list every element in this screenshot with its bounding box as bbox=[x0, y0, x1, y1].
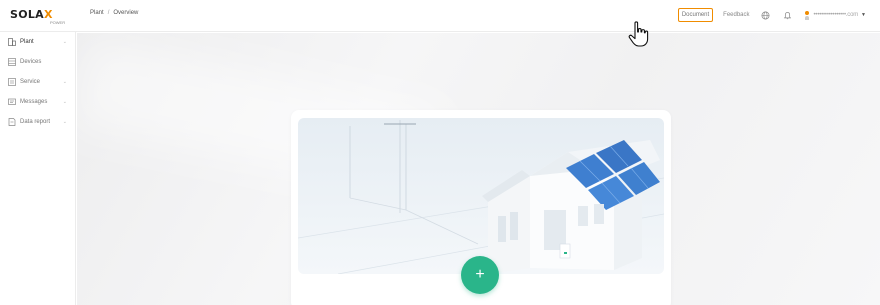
service-icon bbox=[8, 78, 16, 86]
sidebar-item-messages[interactable]: Messages ⌄ bbox=[0, 92, 75, 112]
sidebar-item-label: Messages bbox=[20, 99, 48, 105]
bell-icon-svg bbox=[783, 11, 792, 19]
sidebar-item-label: Devices bbox=[20, 59, 42, 65]
breadcrumb-plant[interactable]: Plant bbox=[90, 10, 104, 16]
bell-icon[interactable] bbox=[782, 9, 794, 21]
plant-icon bbox=[8, 38, 16, 46]
chevron-down-icon: ▼ bbox=[861, 12, 866, 18]
logo-subtitle: POWER bbox=[50, 20, 66, 25]
devices-icon bbox=[8, 58, 16, 66]
main-content: + bbox=[77, 33, 880, 305]
sidebar-item-plant[interactable]: Plant ⌄ bbox=[0, 32, 75, 52]
document-button[interactable]: Document bbox=[677, 8, 714, 22]
logo-main: SOLA bbox=[10, 8, 44, 21]
solar-house-illustration-svg bbox=[298, 120, 664, 274]
solar-house-illustration bbox=[298, 118, 664, 274]
data-report-icon bbox=[8, 118, 16, 126]
user-menu[interactable]: •••••••••••••••••.com ▼ bbox=[804, 10, 866, 20]
messages-icon bbox=[8, 98, 16, 106]
breadcrumb-overview: Overview bbox=[113, 10, 139, 16]
chevron-down-icon: ⌄ bbox=[62, 39, 67, 45]
sidebar-item-service[interactable]: Service ⌄ bbox=[0, 72, 75, 92]
chevron-down-icon: ⌄ bbox=[62, 79, 67, 85]
sidebar-item-devices[interactable]: Devices bbox=[0, 52, 75, 72]
sidebar-item-data-report[interactable]: Data report ⌄ bbox=[0, 112, 75, 132]
user-name: •••••••••••••••••.com bbox=[813, 12, 859, 18]
chevron-down-icon: ⌄ bbox=[62, 99, 67, 105]
globe-icon-svg bbox=[761, 11, 770, 19]
logo-text: SOLAX bbox=[10, 9, 53, 20]
breadcrumb: Plant / Overview bbox=[90, 10, 138, 16]
user-avatar-icon bbox=[804, 10, 811, 20]
chevron-down-icon: ⌄ bbox=[62, 119, 67, 125]
globe-icon[interactable] bbox=[760, 9, 772, 21]
solax-logo[interactable]: SOLAX POWER bbox=[10, 9, 65, 25]
sidebar-item-label: Service bbox=[20, 79, 41, 85]
sidebar-item-label: Plant bbox=[20, 39, 34, 45]
hand-pointer-cursor-icon bbox=[628, 21, 649, 47]
add-plant-button[interactable]: + bbox=[461, 256, 499, 294]
sidebar-item-label: Data report bbox=[20, 119, 51, 125]
top-header: SOLAX POWER Plant / Overview Document Fe… bbox=[0, 0, 880, 32]
sidebar: Plant ⌄ Devices Service ⌄ Messages ⌄ Dat… bbox=[0, 32, 76, 305]
empty-plant-card: + bbox=[291, 110, 671, 305]
feedback-link[interactable]: Feedback bbox=[723, 12, 749, 18]
breadcrumb-separator: / bbox=[107, 10, 110, 16]
app-root: SOLAX POWER Plant / Overview Document Fe… bbox=[0, 0, 880, 305]
header-actions: Document Feedback •••••••••••••••••.com … bbox=[677, 6, 866, 24]
